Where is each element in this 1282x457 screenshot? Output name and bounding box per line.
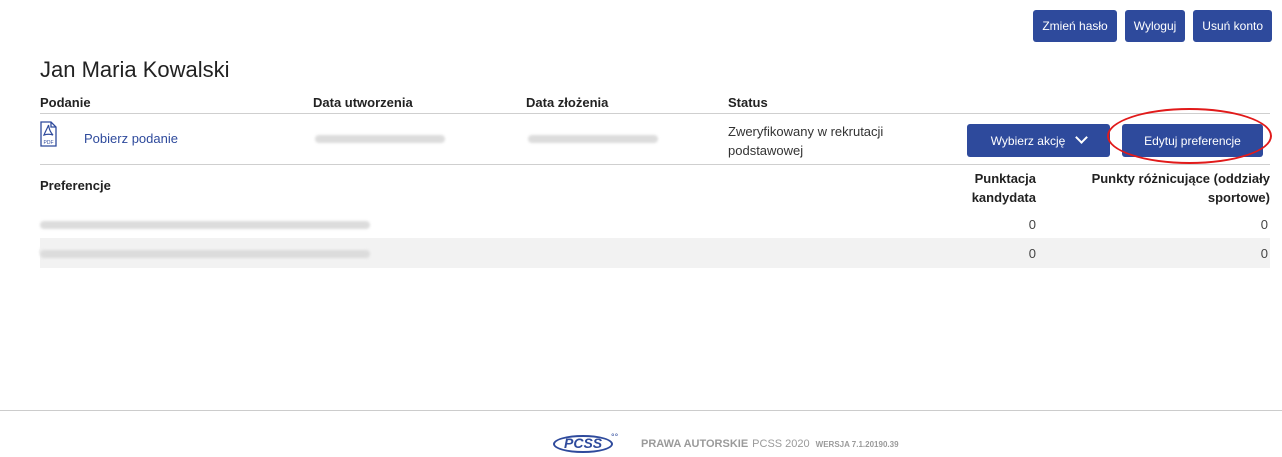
column-header-difference-points: Punkty różnicujące (oddziały sportowe) (1091, 171, 1270, 205)
chevron-down-icon (1075, 130, 1089, 144)
download-application-link[interactable]: Pobierz podanie (84, 131, 178, 146)
column-header-application: Podanie (40, 95, 91, 110)
copyright-label: PRAWA AUTORSKIE (641, 438, 749, 450)
copyright-value: PCSS 2020 (752, 438, 810, 450)
candidate-points-row: 0 (1028, 217, 1036, 232)
difference-points-row: 0 (1260, 217, 1268, 232)
pcss-logo: PCSS °° (553, 432, 623, 456)
svg-text:PDF: PDF (44, 140, 54, 146)
change-password-button[interactable]: Zmień hasło (1033, 10, 1117, 42)
preference-row-redacted (40, 221, 370, 229)
preference-row-redacted (40, 250, 370, 258)
candidate-points-row: 0 (1028, 246, 1036, 261)
top-actions: Zmień hasło Wyloguj Usuń konto (1033, 10, 1272, 42)
edit-preferences-button[interactable]: Edytuj preferencje (1122, 124, 1263, 157)
column-header-submitted: Data złożenia (526, 95, 609, 110)
table-divider (40, 164, 1270, 165)
logout-button[interactable]: Wyloguj (1124, 10, 1186, 42)
list-item-spacer (40, 216, 1270, 242)
list-item (40, 268, 1270, 294)
choose-action-label: Wybierz akcję (990, 133, 1066, 148)
choose-action-dropdown[interactable]: Wybierz akcję (967, 124, 1110, 157)
version-label: WERSJA 7.1.20190.39 (815, 439, 899, 449)
created-date-redacted (315, 135, 445, 143)
status-text: Zweryfikowany w rekrutacji podstawowej (728, 124, 884, 158)
delete-account-button[interactable]: Usuń konto (1193, 10, 1272, 42)
submitted-date-redacted (528, 135, 658, 143)
footer: PCSS °° PRAWA AUTORSKIE PCSS 2020 WERSJA… (553, 432, 899, 456)
user-name: Jan Maria Kowalski (40, 57, 230, 82)
column-header-status: Status (728, 95, 768, 110)
footer-divider (0, 410, 1282, 411)
pdf-icon[interactable]: PDF (40, 121, 57, 147)
difference-points-row: 0 (1260, 246, 1268, 261)
column-header-created: Data utworzenia (313, 95, 413, 110)
table-divider (40, 113, 1270, 114)
column-header-candidate-points: Punktacja kandydata (971, 171, 1036, 205)
column-header-preferences: Preferencje (40, 178, 111, 193)
